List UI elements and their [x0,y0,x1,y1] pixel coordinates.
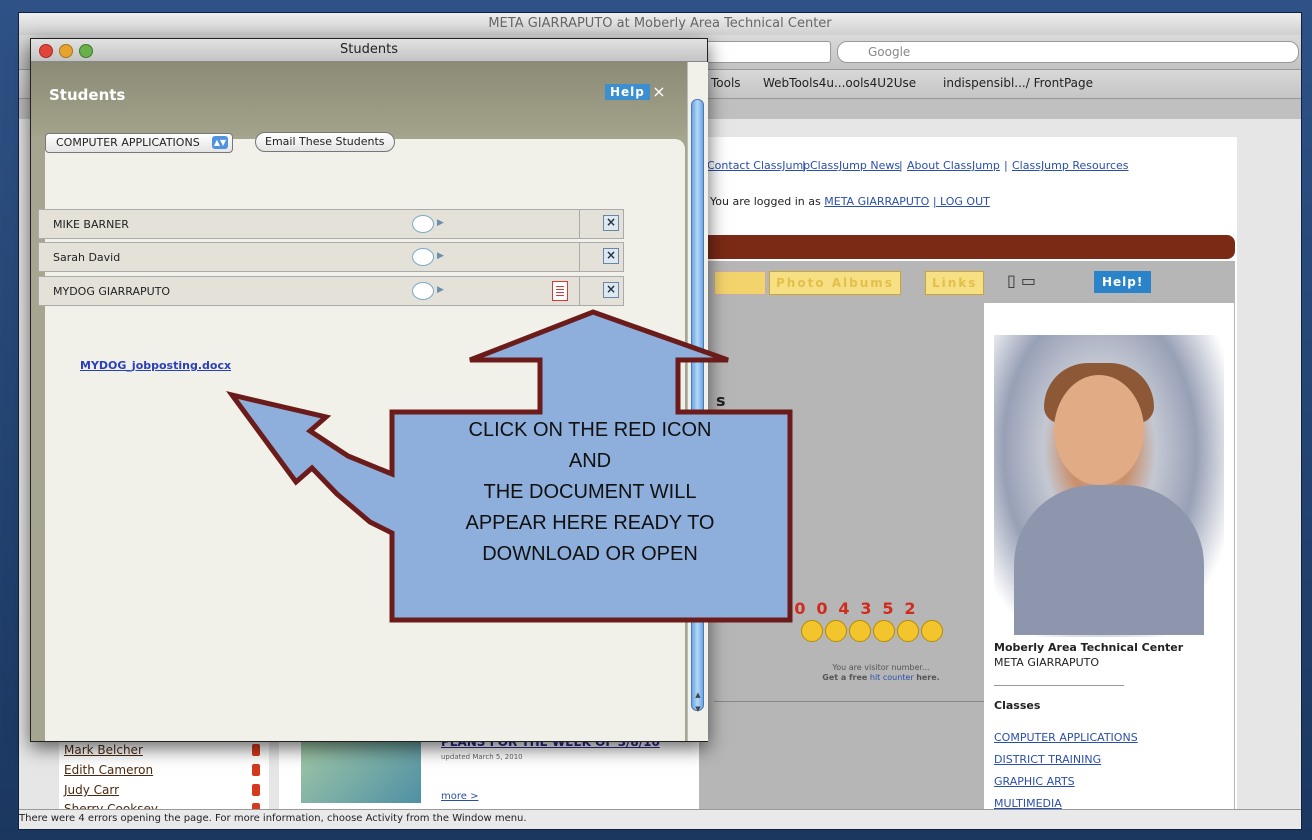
callout-text: CLICK ON THE RED ICON AND THE DOCUMENT W… [395,415,785,570]
callout-line: CLICK ON THE RED ICON [468,419,712,441]
callout-line: AND [568,450,612,472]
callout-line: THE DOCUMENT WILL [483,481,697,503]
callout-line: APPEAR HERE READY TO [465,512,715,534]
callout-line: DOWNLOAD OR OPEN [482,543,698,565]
